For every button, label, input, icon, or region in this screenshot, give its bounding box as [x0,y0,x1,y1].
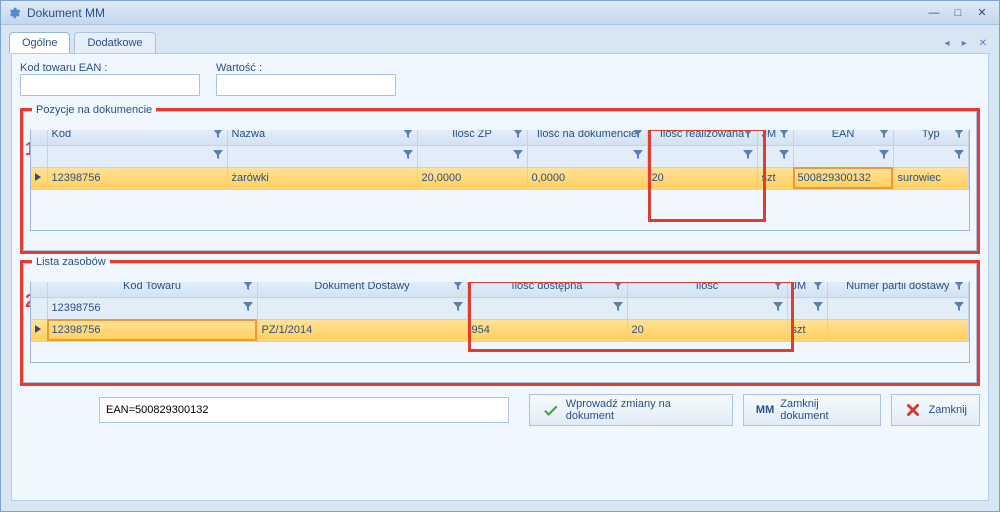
col-jm[interactable]: JM [757,130,793,145]
app-window: Dokument MM — □ ✕ Ogólne Dodatkowe ◂ ▸ ✕… [0,0,1000,512]
ean-input[interactable] [20,74,200,96]
col-ilosc-real[interactable]: Ilość realizowana [647,130,757,145]
footer-ean-input[interactable] [99,397,509,423]
grid1-filter-row[interactable] [31,145,969,167]
col-ilosc[interactable]: Ilość [627,282,787,297]
col-ean[interactable]: EAN [793,130,893,145]
panel-zasoby: Lista zasobów 2 Kod Towaru Doku [20,260,980,386]
cell-ilosc-dok: 0,0000 [527,167,647,189]
col-partia[interactable]: Numer partii dostawy [827,282,969,297]
col-jm2[interactable]: JM [787,282,827,297]
tab-close-icon[interactable]: ✕ [975,38,991,49]
cell2-ilosc: 20 [627,319,787,341]
close-document-button[interactable]: MM Zamknij dokument [743,394,882,426]
cell-kod: 12398756 [47,167,227,189]
tab-ogolne[interactable]: Ogólne [9,32,70,53]
cell2-dokument: PZ/1/2014 [257,319,467,341]
filter-icon[interactable] [213,130,223,139]
grid2-filter-row[interactable]: 12398756 [31,297,969,319]
cell2-kod: 12398756 [47,319,257,341]
footer: Wprowadź zmiany na dokument MM Zamknij d… [20,386,980,426]
wartosc-label: Wartość : [216,62,396,74]
col-ilosc-zp[interactable]: Ilość ZP [417,130,527,145]
grid-zasoby: Kod Towaru Dokument Dostawy Ilość dostęp… [30,282,970,363]
cell-ilosc-real: 20 [647,167,757,189]
cell-typ: surowiec [893,167,969,189]
cell2-partia [827,319,969,341]
col-ilosc-dostepna[interactable]: Ilość dostępna [467,282,627,297]
cell-jm: szt [757,167,793,189]
col-ilosc-dok[interactable]: Ilość na dokumencie [527,130,647,145]
grid1-row[interactable]: 12398756 żarówki 20,0000 0,0000 20 szt 5… [31,167,969,189]
tab-nav-prev-icon[interactable]: ◂ [941,38,954,49]
panel1-legend: Pozycje na dokumencie [32,104,156,116]
filters-row: Kod towaru EAN : Wartość : [20,62,980,102]
col-nazwa[interactable]: Nazwa [227,130,417,145]
close-button[interactable]: Zamknij [891,394,980,426]
gear-icon [7,6,21,20]
cell2-jm: szt [787,319,827,341]
panel-pozycje: Pozycje na dokumencie 1 Kod [20,108,980,254]
cell-ean: 500829300132 [793,167,893,189]
maximize-button[interactable]: □ [947,5,969,21]
row-indicator-icon [35,173,41,181]
tab-nav-next-icon[interactable]: ▸ [958,38,971,49]
mm-badge-icon: MM [756,404,774,416]
cell-ilosc-zp: 20,0000 [417,167,527,189]
cell2-dostepna: 954 [467,319,627,341]
window-title: Dokument MM [27,6,105,20]
wartosc-input[interactable] [216,74,396,96]
col-typ[interactable]: Typ [893,130,969,145]
close-window-button[interactable]: ✕ [971,5,993,21]
ean-label: Kod towaru EAN : [20,62,200,74]
check-icon [542,401,560,419]
col-dokument-dostawy[interactable]: Dokument Dostawy [257,282,467,297]
grid2-row[interactable]: 12398756 PZ/1/2014 954 20 szt [31,319,969,341]
col-kod-towaru[interactable]: Kod Towaru [47,282,257,297]
minimize-button[interactable]: — [923,5,945,21]
content-area: Kod towaru EAN : Wartość : Pozycje na do… [11,53,989,501]
col-kod[interactable]: Kod [47,130,227,145]
panel2-legend: Lista zasobów [32,256,110,268]
row-indicator-icon [35,325,41,333]
tabstrip: Ogólne Dodatkowe ◂ ▸ ✕ [1,25,999,53]
tab-dodatkowe[interactable]: Dodatkowe [74,32,155,53]
grid-pozycje: Kod Nazwa Ilość ZP Ilość na dokumencie I… [30,130,970,231]
close-icon [904,401,922,419]
titlebar: Dokument MM — □ ✕ [1,1,999,25]
cell-nazwa: żarówki [227,167,417,189]
apply-button[interactable]: Wprowadź zmiany na dokument [529,394,733,426]
